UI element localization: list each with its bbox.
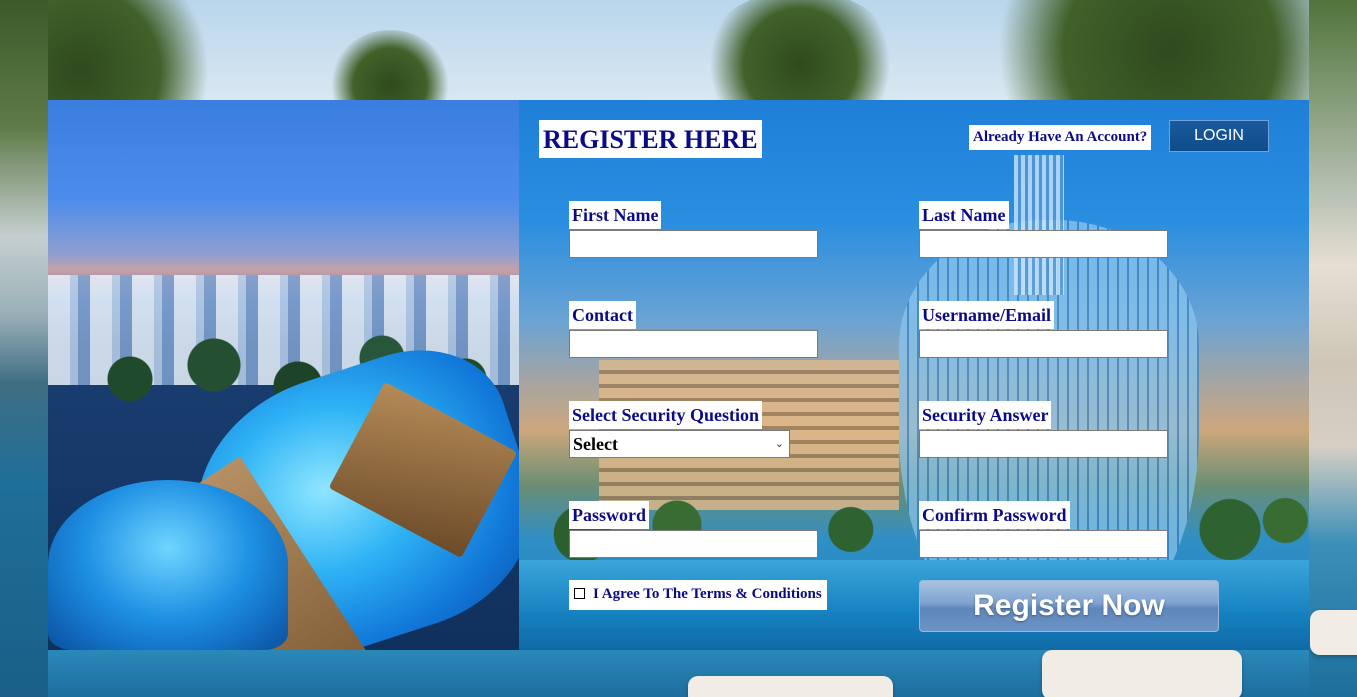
- resort-photo: [48, 100, 519, 650]
- security-question-label: Select Security Question: [569, 401, 762, 429]
- chevron-down-icon: ⌄: [774, 437, 784, 450]
- username-email-label: Username/Email: [919, 301, 1054, 329]
- background-left-strip: [0, 0, 48, 697]
- already-have-account-text: Already Have An Account?: [969, 125, 1152, 150]
- security-answer-label: Security Answer: [919, 401, 1052, 429]
- background-right-strip: [1309, 0, 1357, 697]
- confirm-password-label: Confirm Password: [919, 501, 1070, 529]
- towel-image: [1042, 650, 1242, 697]
- checkbox-icon[interactable]: [574, 588, 585, 599]
- contact-input[interactable]: [569, 330, 818, 358]
- security-question-select[interactable]: Select ⌄: [569, 430, 790, 458]
- towel-image: [1310, 610, 1357, 655]
- security-question-selected: Select: [573, 434, 618, 454]
- terms-checkbox-row[interactable]: I Agree To The Terms & Conditions: [569, 580, 827, 610]
- password-label: Password: [569, 501, 650, 529]
- password-input[interactable]: [569, 530, 818, 558]
- terms-label: I Agree To The Terms & Conditions: [593, 586, 822, 602]
- form-panel-background: [519, 100, 1309, 650]
- security-answer-input[interactable]: [919, 430, 1168, 458]
- username-email-input[interactable]: [919, 330, 1168, 358]
- register-card: REGISTER HERE Already Have An Account? L…: [48, 100, 1309, 650]
- contact-label: Contact: [569, 301, 636, 329]
- last-name-input[interactable]: [919, 230, 1168, 258]
- login-button[interactable]: LOGIN: [1169, 120, 1269, 152]
- first-name-input[interactable]: [569, 230, 818, 258]
- towel-image: [688, 676, 893, 697]
- register-now-button[interactable]: Register Now: [919, 580, 1219, 632]
- first-name-label: First Name: [569, 201, 662, 229]
- confirm-password-input[interactable]: [919, 530, 1168, 558]
- page-title: REGISTER HERE: [539, 120, 762, 158]
- last-name-label: Last Name: [919, 201, 1009, 229]
